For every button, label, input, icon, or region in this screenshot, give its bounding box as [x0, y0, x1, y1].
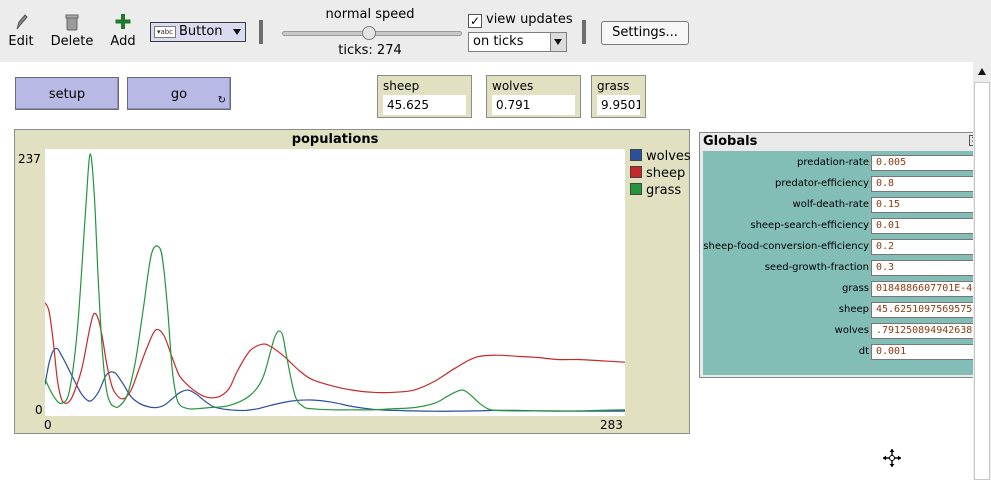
series-line-grass	[44, 153, 626, 412]
global-row: predation-rate 0.005	[703, 153, 979, 174]
trash-icon	[44, 12, 100, 32]
global-name: seed-growth-fraction	[764, 262, 869, 273]
monitor-value: 45.625	[383, 95, 466, 115]
scrollbar-thumb[interactable]	[974, 82, 990, 480]
global-name: grass	[841, 283, 869, 294]
legend-label: sheep	[646, 166, 686, 181]
monitor-value: 0.791	[492, 95, 575, 115]
plot-y-min-label: 0	[35, 403, 43, 417]
monitor-label: sheep	[383, 79, 420, 93]
global-row: sheep-search-efficiency 0.01	[703, 216, 979, 237]
global-name: predation-rate	[797, 157, 869, 168]
global-name: sheep-search-efficiency	[750, 220, 869, 231]
setup-button[interactable]: setup	[15, 77, 119, 110]
chevron-down-icon[interactable]	[550, 33, 566, 51]
speed-slider-thumb[interactable]	[362, 26, 376, 40]
plot-legend: wolves sheep grass	[630, 148, 691, 199]
global-row: predator-efficiency 0.8	[703, 174, 979, 195]
widget-type-select[interactable]: ▾abc Button	[150, 22, 246, 42]
global-name: wolf-death-rate	[792, 199, 869, 210]
global-name: dt	[858, 346, 869, 357]
widget-type-value: Button	[179, 24, 223, 39]
global-value-field[interactable]: 0.01	[871, 218, 975, 234]
monitor-label: wolves	[492, 79, 534, 93]
global-row: dt 0.001	[703, 342, 979, 363]
monitor-sheep: sheep 45.625	[377, 75, 472, 118]
global-row: sheep-food-conversion-efficiency 0.2	[703, 237, 979, 258]
legend-swatch	[630, 149, 642, 161]
global-value-field[interactable]: 0184886607701E-4	[871, 281, 975, 297]
legend-label: wolves	[646, 149, 691, 164]
chevron-down-icon	[233, 29, 241, 35]
global-value-field[interactable]: 0.8	[871, 176, 975, 192]
global-value-field[interactable]: 0.2	[871, 239, 975, 255]
update-mode-value: on ticks	[473, 34, 524, 49]
scroll-up-icon[interactable]	[978, 68, 986, 75]
go-button-label: go	[170, 87, 188, 102]
series-line-sheep	[44, 302, 626, 404]
plot-x-max-label: 283	[600, 418, 623, 432]
global-row: wolf-death-rate 0.15	[703, 195, 979, 216]
settings-button[interactable]: Settings...	[601, 21, 689, 45]
legend-item-grass: grass	[630, 182, 691, 199]
global-value-field[interactable]: .791250894942638	[871, 323, 975, 339]
monitor-grass: grass 9.95018	[591, 75, 646, 118]
add-button[interactable]: Add	[95, 12, 151, 50]
global-value-field[interactable]: 0.15	[871, 197, 975, 213]
global-row: seed-growth-fraction 0.3	[703, 258, 979, 279]
global-name: sheep-food-conversion-efficiency	[703, 241, 869, 252]
monitor-wolves: wolves 0.791	[486, 75, 581, 118]
edit-button[interactable]: Edit	[0, 12, 49, 50]
move-cursor-icon	[882, 448, 902, 468]
add-label: Add	[110, 34, 136, 49]
global-name: wolves	[834, 325, 869, 336]
globals-list: predation-rate 0.005 predator-efficiency…	[703, 151, 979, 375]
forever-icon: ↻	[217, 95, 226, 106]
global-row: grass 0184886607701E-4	[703, 279, 979, 300]
toolbar-fill	[695, 0, 991, 62]
view-updates-label: view updates	[486, 12, 573, 27]
edit-label: Edit	[8, 34, 34, 49]
legend-swatch	[630, 166, 642, 178]
vertical-scrollbar[interactable]	[973, 62, 991, 480]
delete-button[interactable]: Delete	[44, 12, 100, 50]
global-value-field[interactable]: 0.001	[871, 344, 975, 360]
toolbar-separator	[259, 20, 263, 44]
view-updates-checkbox[interactable]: ✓ view updates	[468, 12, 573, 30]
update-mode-select[interactable]: on ticks	[468, 32, 567, 52]
button-widget-icon: ▾abc	[154, 26, 176, 38]
global-row: wolves .791250894942638	[703, 321, 979, 342]
checkbox-icon[interactable]: ✓	[468, 14, 482, 28]
setup-button-label: setup	[48, 87, 86, 102]
global-value-field[interactable]: 0.3	[871, 260, 975, 276]
pencil-icon	[0, 12, 49, 32]
toolbar: Edit Delete Add ▾abc Button normal speed…	[0, 0, 991, 62]
global-value-field[interactable]: 45.6251097569575	[871, 302, 975, 318]
plot-canvas	[44, 153, 626, 412]
global-value-field[interactable]: 0.005	[871, 155, 975, 171]
legend-item-sheep: sheep	[630, 165, 691, 182]
plot-y-max-label: 237	[18, 152, 41, 166]
ticks-counter: ticks: 274	[338, 43, 402, 58]
legend-item-wolves: wolves	[630, 148, 691, 165]
global-name: predator-efficiency	[775, 178, 869, 189]
monitor-label: grass	[597, 79, 630, 93]
speed-label: normal speed	[325, 7, 415, 22]
plot-x-min-label: 0	[44, 418, 52, 432]
go-button[interactable]: go ↻	[127, 77, 231, 110]
toolbar-separator	[582, 20, 586, 44]
plus-icon	[95, 12, 151, 32]
populations-plot: populations 237 0 0 283 wolves sheep gra…	[14, 129, 691, 434]
legend-swatch	[630, 183, 642, 195]
plot-title: populations	[291, 132, 379, 147]
delete-label: Delete	[50, 34, 94, 49]
globals-title: Globals	[703, 134, 758, 149]
monitor-value: 9.95018	[597, 95, 640, 115]
global-name: sheep	[838, 304, 869, 315]
globals-window[interactable]: Globals × predation-rate 0.005 predator-…	[699, 132, 980, 378]
global-row: sheep 45.6251097569575	[703, 300, 979, 321]
plot-area	[44, 149, 626, 416]
legend-label: grass	[646, 183, 682, 198]
